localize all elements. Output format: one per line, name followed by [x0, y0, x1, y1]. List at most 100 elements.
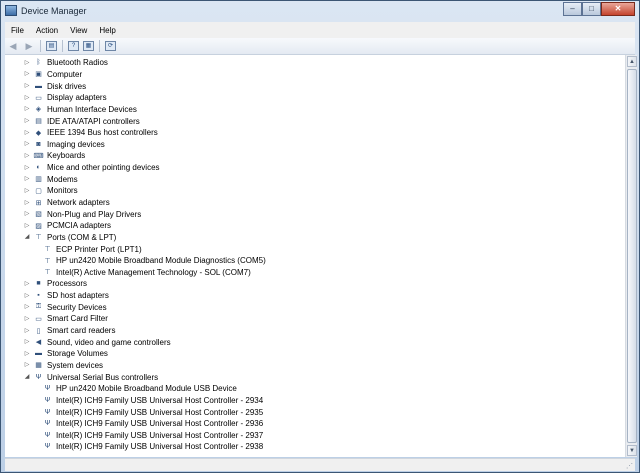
- properties-icon[interactable]: ▦: [83, 41, 94, 51]
- tree-category[interactable]: ▷ ⚿ Security Devices: [5, 301, 625, 313]
- maximize-button[interactable]: □: [582, 2, 601, 16]
- tree-category[interactable]: ▷ ⌨ Keyboards: [5, 150, 625, 162]
- collapsed-triangle-icon[interactable]: ▷: [24, 105, 30, 113]
- collapsed-triangle-icon[interactable]: ▷: [24, 70, 30, 78]
- expanded-triangle-icon[interactable]: ◢: [24, 233, 30, 241]
- usb-icon: Ψ: [44, 385, 51, 393]
- collapsed-triangle-icon[interactable]: ▷: [24, 222, 30, 230]
- scroll-down-button[interactable]: ▼: [627, 445, 637, 456]
- tree-category[interactable]: ▷ ▪ SD host adapters: [5, 290, 625, 302]
- scroll-thumb[interactable]: [627, 69, 637, 443]
- menu-file[interactable]: File: [5, 26, 30, 35]
- tree-item-label: Security Devices: [47, 302, 107, 312]
- menu-help[interactable]: Help: [93, 26, 121, 35]
- resize-grip-icon[interactable]: ⋰: [626, 462, 633, 470]
- tree-item-label: Intel(R) ICH9 Family USB Universal Host …: [56, 395, 264, 405]
- tree-category[interactable]: ▷ ▬ Storage Volumes: [5, 348, 625, 360]
- port-icon: ⊤: [44, 269, 51, 277]
- menu-action[interactable]: Action: [30, 26, 64, 35]
- processor-icon: ■: [36, 280, 41, 288]
- toolbar-separator: [40, 40, 41, 52]
- tree-category[interactable]: ▷ ▯ Smart card readers: [5, 325, 625, 337]
- minimize-button[interactable]: –: [563, 2, 582, 16]
- menu-view[interactable]: View: [64, 26, 93, 35]
- tree-category[interactable]: ▷ ◐ Mice and other pointing devices: [5, 162, 625, 174]
- title-bar[interactable]: Device Manager – □ ✕: [1, 1, 639, 21]
- tree-category[interactable]: ▷ ᛒ Bluetooth Radios: [5, 57, 625, 69]
- tree-item-label: Intel(R) ICH9 Family USB Universal Host …: [56, 430, 264, 440]
- tree-category[interactable]: ▷ ▤ IDE ATA/ATAPI controllers: [5, 115, 625, 127]
- collapsed-triangle-icon[interactable]: ▷: [24, 199, 30, 207]
- collapsed-triangle-icon[interactable]: ▷: [24, 59, 30, 67]
- tree-item-label: PCMCIA adapters: [47, 221, 112, 231]
- collapsed-triangle-icon[interactable]: ▷: [24, 175, 30, 183]
- collapsed-triangle-icon[interactable]: ▷: [24, 315, 30, 323]
- tree-device[interactable]: Ψ Intel(R) ICH9 Family USB Universal Host…: [5, 395, 625, 407]
- tree-device[interactable]: ⊤ Intel(R) Active Management Technology -…: [5, 267, 625, 279]
- help-icon[interactable]: ?: [68, 41, 79, 51]
- smart-card-icon: ▭: [35, 315, 42, 323]
- tree-category[interactable]: ▷ ▦ System devices: [5, 360, 625, 372]
- collapsed-triangle-icon[interactable]: ▷: [24, 210, 30, 218]
- collapsed-triangle-icon[interactable]: ▷: [24, 187, 30, 195]
- forward-arrow-icon[interactable]: ▶: [22, 40, 36, 52]
- tree-device[interactable]: ⊤ HP un2420 Mobile Broadband Module Diagn…: [5, 255, 625, 267]
- collapsed-triangle-icon[interactable]: ▷: [24, 117, 30, 125]
- close-button[interactable]: ✕: [601, 2, 635, 16]
- tree-device[interactable]: Ψ Intel(R) ICH9 Family USB Universal Host…: [5, 441, 625, 453]
- collapsed-triangle-icon[interactable]: ▷: [24, 350, 30, 358]
- collapsed-triangle-icon[interactable]: ▷: [24, 292, 30, 300]
- network-adapter-icon: ⊞: [35, 199, 42, 207]
- tree-item-label: Monitors: [47, 186, 78, 196]
- tree-category[interactable]: ▷ ▣ Computer: [5, 69, 625, 81]
- tree-category[interactable]: ▷ ▧ Non-Plug and Play Drivers: [5, 208, 625, 220]
- collapsed-triangle-icon[interactable]: ▷: [24, 82, 30, 90]
- tree-device[interactable]: Ψ Intel(R) ICH9 Family USB Universal Host…: [5, 418, 625, 430]
- tree-category[interactable]: ◢ Ψ Universal Serial Bus controllers: [5, 371, 625, 383]
- tree-category[interactable]: ▷ ▢ Monitors: [5, 185, 625, 197]
- tree-category[interactable]: ◢ ⊤ Ports (COM & LPT): [5, 232, 625, 244]
- scan-hardware-icon[interactable]: ⟳: [105, 41, 116, 51]
- tree-item-label: Bluetooth Radios: [47, 58, 108, 68]
- tree-item-label: IDE ATA/ATAPI controllers: [47, 116, 140, 126]
- tree-category[interactable]: ▷ ▨ PCMCIA adapters: [5, 220, 625, 232]
- collapsed-triangle-icon[interactable]: ▷: [24, 327, 30, 335]
- tree-item-label: SD host adapters: [47, 291, 109, 301]
- tree-category[interactable]: ▷ ▭ Display adapters: [5, 92, 625, 104]
- expanded-triangle-icon[interactable]: ◢: [24, 373, 30, 381]
- collapsed-triangle-icon[interactable]: ▷: [24, 140, 30, 148]
- tree-category[interactable]: ▷ ▬ Disk drives: [5, 80, 625, 92]
- collapsed-triangle-icon[interactable]: ▷: [24, 152, 30, 160]
- sd-host-icon: ▪: [37, 292, 40, 300]
- usb-icon: Ψ: [35, 373, 42, 381]
- tree-device[interactable]: Ψ Intel(R) ICH9 Family USB Universal Host…: [5, 430, 625, 442]
- tree-category[interactable]: ▷ ▭ Smart Card Filter: [5, 313, 625, 325]
- monitor-icon: ▢: [35, 187, 42, 195]
- scroll-up-button[interactable]: ▲: [627, 56, 637, 67]
- vertical-scrollbar[interactable]: ▲ ▼: [625, 55, 637, 457]
- device-tree-pane[interactable]: ▷ ᛒ Bluetooth Radios ▷ ▣ Computer ▷ ▬ Disk drive…: [5, 55, 625, 457]
- tree-item-label: Non-Plug and Play Drivers: [47, 209, 142, 219]
- collapsed-triangle-icon[interactable]: ▷: [24, 129, 30, 137]
- collapsed-triangle-icon[interactable]: ▷: [24, 338, 30, 346]
- collapsed-triangle-icon[interactable]: ▷: [24, 303, 30, 311]
- tree-category[interactable]: ▷ ▥ Modems: [5, 173, 625, 185]
- back-arrow-icon[interactable]: ◀: [6, 40, 20, 52]
- collapsed-triangle-icon[interactable]: ▷: [24, 280, 30, 288]
- tree-device[interactable]: Ψ HP un2420 Mobile Broadband Module USB D…: [5, 383, 625, 395]
- tree-category[interactable]: ▷ ◙ Imaging devices: [5, 138, 625, 150]
- tree-device[interactable]: ⊤ ECP Printer Port (LPT1): [5, 243, 625, 255]
- show-hide-console-tree-icon[interactable]: ▤: [46, 41, 57, 51]
- tree-item-label: Mice and other pointing devices: [47, 163, 160, 173]
- tree-category[interactable]: ▷ ⊞ Network adapters: [5, 197, 625, 209]
- collapsed-triangle-icon[interactable]: ▷: [24, 164, 30, 172]
- toolbar: ◀ ▶ ▤ ? ▦ ⟳: [5, 38, 635, 55]
- tree-device[interactable]: Ψ Intel(R) ICH9 Family USB Universal Host…: [5, 406, 625, 418]
- tree-category[interactable]: ▷ ◆ IEEE 1394 Bus host controllers: [5, 127, 625, 139]
- tree-category[interactable]: ▷ ◀ Sound, video and game controllers: [5, 336, 625, 348]
- tree-item-label: Intel(R) Active Management Technology - …: [56, 267, 251, 277]
- tree-category[interactable]: ▷ ■ Processors: [5, 278, 625, 290]
- collapsed-triangle-icon[interactable]: ▷: [24, 94, 30, 102]
- tree-category[interactable]: ▷ ◈ Human Interface Devices: [5, 104, 625, 116]
- collapsed-triangle-icon[interactable]: ▷: [24, 361, 30, 369]
